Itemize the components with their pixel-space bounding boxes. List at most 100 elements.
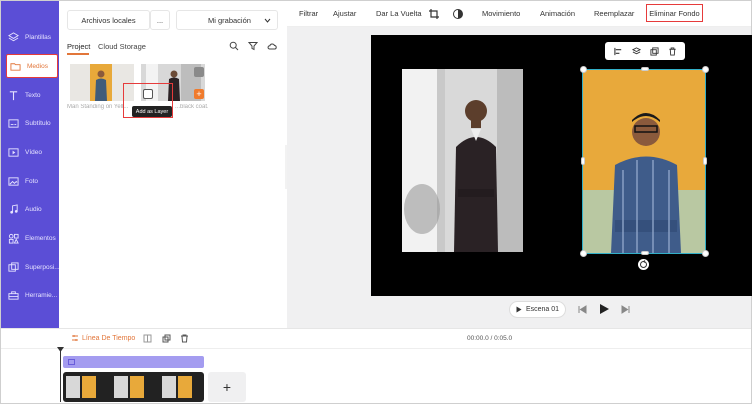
trash-icon[interactable] bbox=[668, 46, 677, 56]
video-clip-track[interactable] bbox=[63, 372, 204, 402]
sidebar-item-label: Foto bbox=[25, 177, 39, 185]
adjust-button[interactable]: Ajustar bbox=[333, 1, 356, 27]
resize-handle[interactable] bbox=[641, 67, 649, 71]
elements-icon bbox=[8, 233, 19, 244]
scene-selector-button[interactable]: Escena 01 bbox=[509, 301, 566, 318]
add-clip-label: + bbox=[222, 379, 232, 395]
clip-frame bbox=[82, 376, 96, 398]
more-options-button[interactable]: ... bbox=[150, 10, 170, 30]
sidebar-item-label: Vídeo bbox=[25, 148, 42, 156]
split-icon[interactable] bbox=[143, 334, 152, 343]
play-icon[interactable] bbox=[599, 303, 610, 315]
overlay-track[interactable] bbox=[63, 356, 204, 368]
sidebar-item-video[interactable]: Vídeo bbox=[1, 140, 59, 164]
video-icon bbox=[8, 147, 19, 157]
playhead[interactable] bbox=[60, 350, 61, 402]
layer-order-icon[interactable] bbox=[631, 46, 641, 56]
sidebar-item-label: Texto bbox=[25, 91, 41, 99]
timeline-icon bbox=[72, 335, 78, 341]
top-toolbar: Filtrar Ajustar Dar La Vuelta Movimiento… bbox=[287, 1, 751, 27]
sidebar-item-plantillas[interactable]: Plantillas bbox=[1, 25, 59, 49]
clip-frame bbox=[146, 376, 160, 398]
motion-button[interactable]: Movimiento bbox=[482, 1, 520, 27]
photo-man-black-suit bbox=[402, 69, 523, 252]
sidebar-item-label: Herramie... bbox=[25, 291, 58, 299]
scene-label: Escena 01 bbox=[525, 306, 560, 313]
music-icon bbox=[10, 203, 18, 214]
select-checkbox[interactable] bbox=[194, 67, 204, 77]
image-track-icon bbox=[68, 359, 75, 365]
sidebar-item-audio[interactable]: Audio bbox=[1, 197, 59, 221]
sidebar-item-label: Audio bbox=[25, 205, 42, 213]
next-icon[interactable] bbox=[621, 305, 630, 314]
flip-button[interactable]: Dar La Vuelta bbox=[376, 1, 422, 27]
sidebar-item-label: Elementos bbox=[25, 234, 56, 242]
clip-frame bbox=[162, 376, 176, 398]
resize-handle[interactable] bbox=[580, 250, 587, 257]
contrast-icon[interactable] bbox=[452, 8, 464, 20]
clip-frame bbox=[130, 376, 144, 398]
sidebar-item-subtitulo[interactable]: Subtítulo bbox=[1, 111, 59, 135]
resize-handle[interactable] bbox=[581, 157, 585, 165]
sidebar-item-label: Superposi... bbox=[25, 263, 60, 271]
remove-background-button[interactable]: Eliminar Fondo bbox=[646, 4, 703, 22]
clip-frame bbox=[98, 376, 112, 398]
cloud-icon[interactable] bbox=[265, 39, 279, 53]
resize-handle[interactable] bbox=[703, 157, 707, 165]
sidebar-item-label: Plantillas bbox=[25, 33, 52, 41]
layer-photo-yellow-wall[interactable] bbox=[582, 69, 706, 254]
timeline-panel: Línea De Tiempo 00:00.0 / 0:05.0 + bbox=[1, 328, 751, 403]
timeline-title-label: Línea De Tiempo bbox=[82, 334, 136, 342]
local-files-label: Archivos locales bbox=[81, 15, 136, 25]
local-files-button[interactable]: Archivos locales bbox=[67, 10, 150, 30]
add-to-timeline-button[interactable]: + bbox=[194, 89, 204, 99]
rotate-icon[interactable] bbox=[638, 259, 649, 270]
duplicate-icon[interactable] bbox=[649, 46, 659, 56]
timeline-title[interactable]: Línea De Tiempo bbox=[71, 334, 135, 342]
sidebar-item-label: Subtítulo bbox=[25, 119, 51, 127]
active-tab-indicator bbox=[67, 53, 89, 55]
animation-button[interactable]: Animación bbox=[540, 1, 575, 27]
copy-icon[interactable] bbox=[162, 334, 171, 343]
sidebar-item-herramientas[interactable]: Herramie... bbox=[1, 283, 59, 307]
sidebar-item-texto[interactable]: Texto bbox=[1, 83, 59, 107]
resize-handle[interactable] bbox=[641, 251, 649, 255]
play-small-icon bbox=[516, 306, 522, 313]
filter-icon[interactable] bbox=[246, 39, 260, 53]
resize-handle[interactable] bbox=[702, 66, 709, 73]
recording-dropdown[interactable]: Mi grabación bbox=[176, 10, 278, 30]
sidebar-item-foto[interactable]: Foto bbox=[1, 169, 59, 193]
chevron-down-icon bbox=[264, 18, 271, 23]
toolbox-icon bbox=[8, 290, 19, 300]
tab-project[interactable]: Project bbox=[67, 42, 90, 51]
timecode: 00:00.0 / 0:05.0 bbox=[467, 335, 513, 342]
sidebar-item-elementos[interactable]: Elementos bbox=[1, 226, 59, 250]
sidebar: Plantillas Medios Texto Subtítulo Vídeo … bbox=[1, 1, 60, 328]
filter-button[interactable]: Filtrar bbox=[299, 1, 318, 27]
sidebar-item-superposiciones[interactable]: Superposi... bbox=[1, 255, 60, 279]
add-layer-tooltip: Add as Layer bbox=[132, 106, 172, 117]
replace-button[interactable]: Reemplazar bbox=[594, 1, 634, 27]
layers-icon bbox=[8, 31, 19, 41]
previous-icon[interactable] bbox=[578, 305, 587, 314]
layer-photo-black-coat[interactable] bbox=[402, 69, 523, 252]
resize-handle[interactable] bbox=[702, 250, 709, 257]
search-icon[interactable] bbox=[227, 39, 241, 53]
subtitle-icon bbox=[8, 118, 19, 128]
sidebar-item-medios[interactable]: Medios bbox=[6, 54, 58, 78]
resize-handle[interactable] bbox=[580, 66, 587, 73]
remove-background-label: Eliminar Fondo bbox=[649, 8, 700, 18]
layer-mini-toolbar bbox=[605, 42, 685, 60]
clip-frame bbox=[114, 376, 128, 398]
align-icon[interactable] bbox=[613, 47, 623, 56]
recording-label: Mi grabación bbox=[208, 15, 251, 25]
tab-cloud-storage[interactable]: Cloud Storage bbox=[98, 42, 146, 51]
clip-frame bbox=[178, 376, 192, 398]
sidebar-item-label: Medios bbox=[27, 62, 48, 70]
add-clip-button[interactable]: + bbox=[208, 372, 246, 402]
delete-icon[interactable] bbox=[180, 334, 189, 343]
more-label: ... bbox=[156, 15, 164, 25]
clip-frame bbox=[66, 376, 80, 398]
photo-icon bbox=[8, 176, 19, 186]
crop-icon[interactable] bbox=[428, 8, 440, 20]
